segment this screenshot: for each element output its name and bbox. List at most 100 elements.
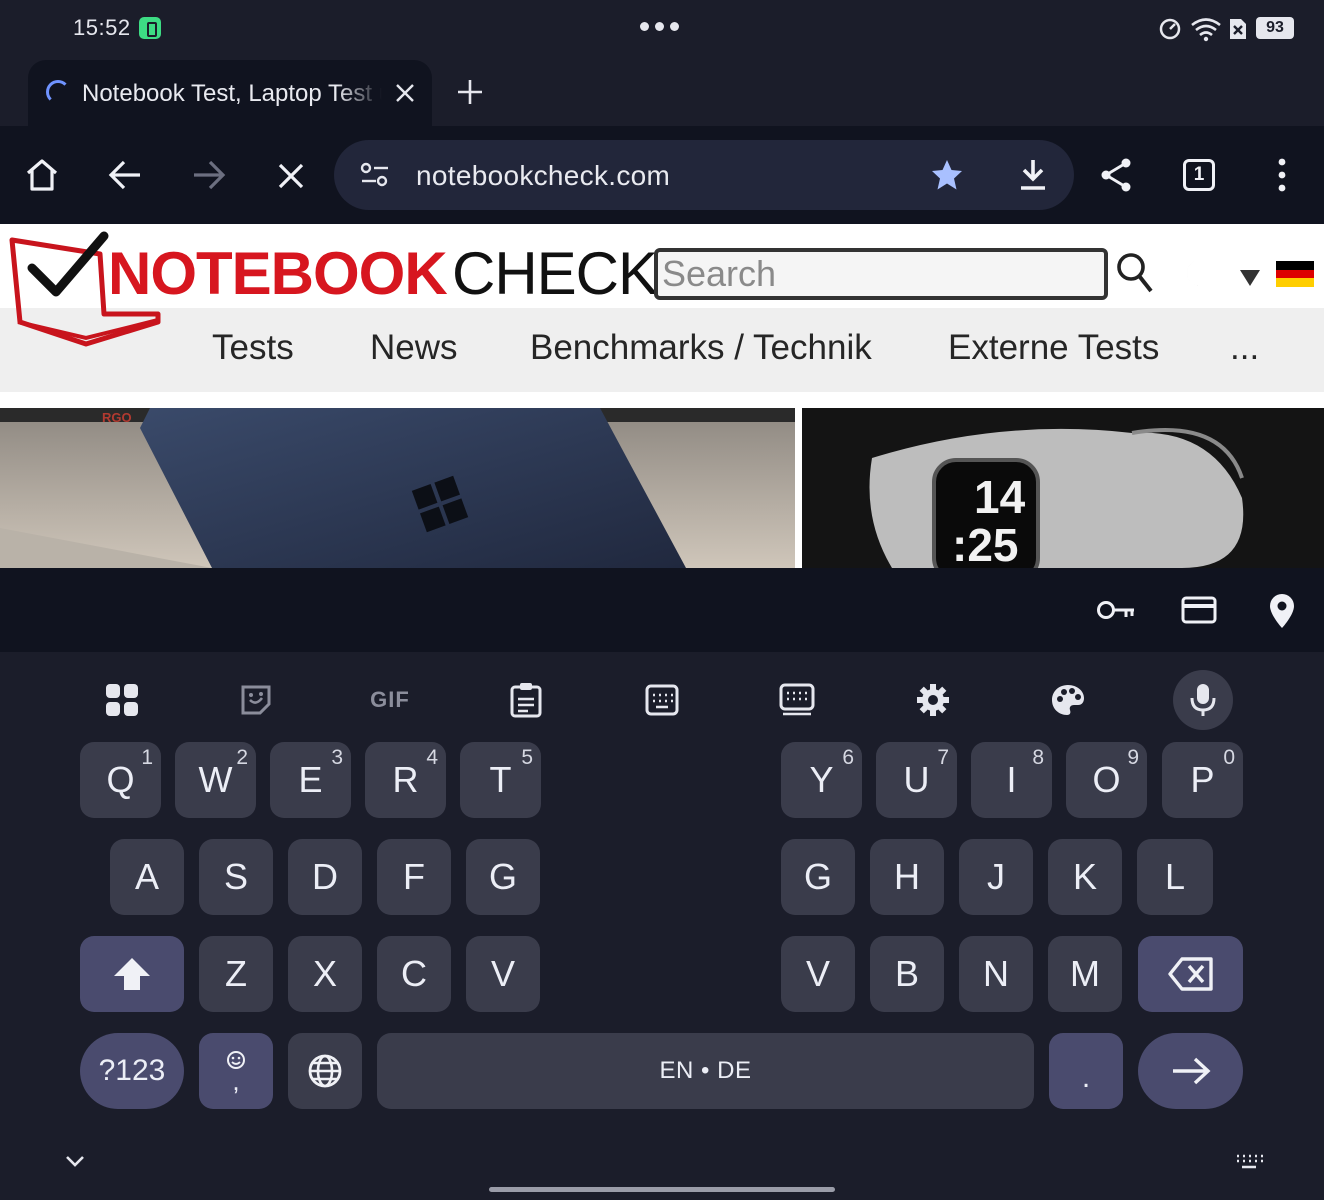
settings-gear-icon[interactable] [903, 670, 963, 730]
nav-external-tests[interactable]: Externe Tests [948, 328, 1159, 368]
backspace-icon [1167, 957, 1213, 991]
site-settings-icon[interactable] [360, 162, 390, 188]
url-text: notebookcheck.com [416, 160, 671, 191]
split-keyboard-icon[interactable] [767, 670, 827, 730]
key-u[interactable]: U7 [876, 742, 957, 818]
dropdown-triangle-icon[interactable] [1238, 268, 1262, 288]
download-icon[interactable] [1018, 158, 1048, 192]
forward-icon[interactable] [192, 159, 226, 191]
language-key[interactable] [288, 1033, 362, 1109]
theme-palette-icon[interactable] [1038, 670, 1098, 730]
emoji-comma-key[interactable]: , [199, 1033, 273, 1109]
key-p[interactable]: P0 [1162, 742, 1243, 818]
key-i[interactable]: I8 [971, 742, 1052, 818]
key-q[interactable]: Q1 [80, 742, 161, 818]
key-g-left[interactable]: G [466, 839, 540, 915]
bookmark-star-icon[interactable] [930, 158, 964, 192]
key-x[interactable]: X [288, 936, 362, 1012]
key-z[interactable]: Z [199, 936, 273, 1012]
key-n[interactable]: N [959, 936, 1033, 1012]
key-d[interactable]: D [288, 839, 362, 915]
payment-card-icon[interactable] [1181, 596, 1217, 624]
keyboard-switcher-icon[interactable] [1234, 1152, 1264, 1170]
gif-icon[interactable]: GIF [360, 670, 420, 730]
period-key[interactable]: . [1049, 1033, 1123, 1109]
nav-news[interactable]: News [370, 328, 458, 368]
key-t[interactable]: T5 [460, 742, 541, 818]
key-s[interactable]: S [199, 839, 273, 915]
gesture-navigation-bar[interactable] [489, 1187, 835, 1192]
site-search-box[interactable] [654, 248, 1108, 300]
site-search-input[interactable] [662, 254, 1092, 294]
key-o[interactable]: O9 [1066, 742, 1147, 818]
tab-active[interactable]: Notebook Test, Laptop Test und News [28, 60, 432, 126]
key-h[interactable]: H [870, 839, 944, 915]
key-e[interactable]: E3 [270, 742, 351, 818]
key-g-right[interactable]: G [781, 839, 855, 915]
battery-icon: 93 [1256, 17, 1294, 39]
webpage: Tests News Benchmarks / Technik Externe … [0, 224, 1324, 568]
menu-icon[interactable] [1276, 157, 1288, 193]
laptop-brand-text: RGO [102, 410, 132, 425]
address-pin-icon[interactable] [1268, 592, 1296, 630]
key-m[interactable]: M [1048, 936, 1122, 1012]
shift-arrow-icon [114, 958, 150, 990]
hide-keyboard-chevron-icon[interactable] [64, 1154, 86, 1168]
key-a[interactable]: A [110, 839, 184, 915]
key-r[interactable]: R4 [365, 742, 446, 818]
onscreen-keyboard: GIF Q1 W2 E3 R4 T5 Y6 U7 I8 O9 P0 A S D … [0, 652, 1324, 1200]
dark-mode-moon-icon[interactable] [1180, 258, 1206, 288]
watch-minutes: :25 [952, 519, 1019, 568]
search-icon[interactable] [1116, 252, 1154, 294]
tab-strip: Notebook Test, Laptop Test und News [0, 56, 1324, 126]
clipboard-icon[interactable] [496, 670, 556, 730]
globe-icon [308, 1054, 342, 1088]
share-icon[interactable] [1098, 157, 1134, 193]
tab-switcher-icon[interactable]: 1 [1183, 159, 1215, 191]
no-sim-icon [1230, 19, 1246, 39]
apps-grid-icon[interactable] [92, 670, 152, 730]
data-saver-icon [1159, 18, 1181, 40]
close-icon[interactable] [394, 82, 416, 104]
key-y[interactable]: Y6 [781, 742, 862, 818]
key-f[interactable]: F [377, 839, 451, 915]
wifi-icon [1191, 18, 1221, 42]
enter-key[interactable] [1138, 1033, 1243, 1109]
article-thumbnail-laptop[interactable]: RGO [0, 408, 795, 568]
key-c[interactable]: C [377, 936, 451, 1012]
one-handed-keyboard-icon[interactable] [632, 670, 692, 730]
backspace-key[interactable] [1138, 936, 1243, 1012]
symbols-key[interactable]: ?123 [80, 1033, 184, 1109]
site-nav: Tests News Benchmarks / Technik Externe … [0, 308, 1324, 392]
address-bar[interactable]: notebookcheck.com [334, 140, 1074, 210]
key-b[interactable]: B [870, 936, 944, 1012]
shift-key[interactable] [80, 936, 184, 1012]
status-bar: 15:52 93 [0, 0, 1324, 56]
key-l[interactable]: L [1137, 839, 1213, 915]
article-thumbnail-watch[interactable]: 14 :25 [802, 408, 1324, 568]
logo-text-check: CHECK [452, 240, 658, 307]
nav-tests[interactable]: Tests [212, 328, 294, 368]
enter-arrow-icon [1172, 1057, 1211, 1085]
browser-toolbar: notebookcheck.com 1 [0, 126, 1324, 224]
key-j[interactable]: J [959, 839, 1033, 915]
logo-text-notebook: NOTEBOOK [108, 240, 448, 307]
watch-hours: 14 [974, 471, 1026, 523]
password-key-icon[interactable] [1096, 598, 1136, 622]
home-icon[interactable] [24, 157, 60, 193]
stop-icon[interactable] [277, 162, 305, 190]
laptop-photo [0, 408, 795, 568]
key-v-left[interactable]: V [466, 936, 540, 1012]
tab-title: Notebook Test, Laptop Test und News [82, 80, 382, 107]
german-flag-icon[interactable] [1276, 261, 1314, 287]
space-bar[interactable]: EN • DE [377, 1033, 1034, 1109]
new-tab-icon[interactable] [456, 78, 484, 106]
key-v-right[interactable]: V [781, 936, 855, 1012]
nav-more[interactable]: ... [1230, 328, 1259, 368]
key-k[interactable]: K [1048, 839, 1122, 915]
back-icon[interactable] [108, 159, 142, 191]
key-w[interactable]: W2 [175, 742, 256, 818]
microphone-icon[interactable] [1173, 670, 1233, 730]
nav-benchmarks[interactable]: Benchmarks / Technik [530, 328, 872, 368]
sticker-icon[interactable] [226, 670, 286, 730]
